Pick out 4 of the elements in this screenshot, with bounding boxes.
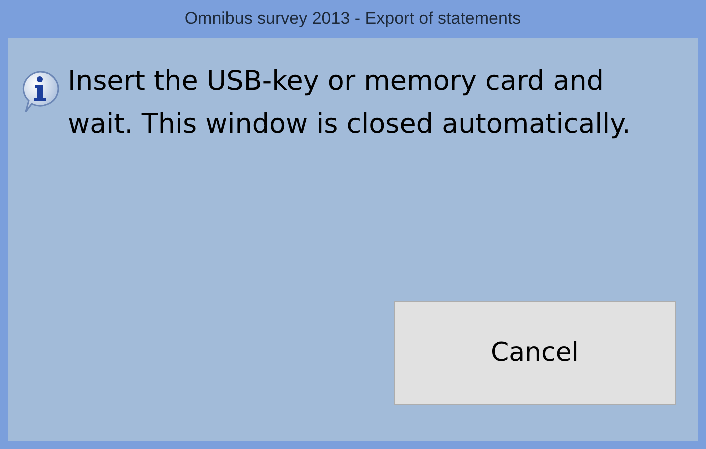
cancel-button[interactable]: Cancel [394,301,676,405]
message-text: Insert the USB-key or memory card and wait. This window is closed automatically. [68,65,632,142]
window-title: Omnibus survey 2013 - Export of statements [184,8,522,30]
info-icon [20,70,60,114]
